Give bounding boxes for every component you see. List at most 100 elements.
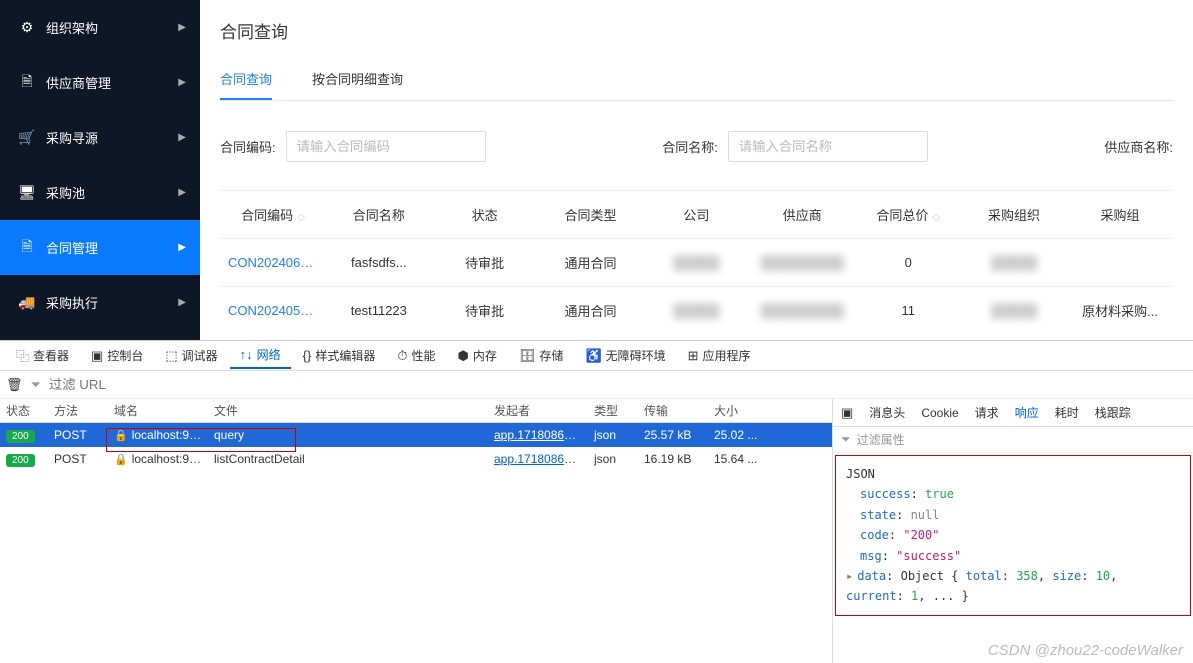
tab-query[interactable]: 合同查询 xyxy=(220,59,272,100)
cell-initiator[interactable]: app.1718086870... xyxy=(494,428,588,442)
sidebar: ⚙组织架构▶ 🗎供应商管理▶ 🛒采购寻源▶ 🖥采购池▶ 🗎合同管理▶ 🚚采购执行… xyxy=(0,0,200,340)
filter-bar: 合同编码: 合同名称: 供应商名称: xyxy=(220,121,1173,172)
dt-tab-style[interactable]: {}样式编辑器 xyxy=(293,343,386,368)
cell-domain: 🔒localhost:9527 xyxy=(108,428,208,442)
cell-initiator[interactable]: app.1718086870... xyxy=(494,452,588,466)
tabs: 合同查询 按合同明细查询 xyxy=(220,59,1173,101)
cell-group: 原材料采购... xyxy=(1067,287,1173,335)
rtab-stack[interactable]: 栈跟踪 xyxy=(1095,404,1131,421)
cell-type: 通用合同 xyxy=(538,239,644,287)
inspector-icon: ⿻ xyxy=(16,346,29,365)
debugger-icon: ⬚ xyxy=(165,348,177,364)
dt-tab-a11y[interactable]: ♿无障碍环境 xyxy=(575,343,675,368)
net-th-size: 大小 xyxy=(708,402,768,419)
th-total[interactable]: 合同总价◇ xyxy=(855,191,961,239)
memory-icon: ⬢ xyxy=(458,348,469,364)
net-th-status: 状态 xyxy=(0,402,48,419)
filter-icon: ⏷ xyxy=(841,432,851,447)
cell-supplier: █████████ xyxy=(749,239,855,287)
sidebar-item-sourcing[interactable]: 🛒 采购寻源 ▶ xyxy=(0,110,200,165)
filter-code-input[interactable] xyxy=(286,131,486,162)
status-badge: 200 xyxy=(6,430,35,443)
cart-icon: 🛒 xyxy=(18,129,36,147)
main-content: 合同查询 合同查询 按合同明细查询 合同编码: 合同名称: 供应商名称: 合同编… xyxy=(200,0,1193,340)
chevron-right-icon: ▶ xyxy=(178,297,186,308)
toggle-icon[interactable]: ▣ xyxy=(841,405,853,421)
devtools-filterbar: 🗑 ⏷ xyxy=(0,371,1193,399)
cell-name: test11223 xyxy=(326,287,432,335)
chevron-right-icon: ▶ xyxy=(178,77,186,88)
th-type: 合同类型 xyxy=(538,191,644,239)
th-org: 采购组织 xyxy=(961,191,1067,239)
response-panel: ▣ 消息头 Cookie 请求 响应 耗时 栈跟踪 ⏷ 过滤属性 JSON su… xyxy=(833,399,1193,663)
sidebar-item-label: 采购寻源 xyxy=(46,128,98,147)
sidebar-item-contract[interactable]: 🗎合同管理▶ xyxy=(0,220,200,275)
json-response[interactable]: JSON success: true state: null code: "20… xyxy=(835,455,1191,616)
contract-icon: 🗎 xyxy=(18,239,36,257)
cell-org: █████ xyxy=(961,287,1067,335)
cell-type: json xyxy=(588,428,638,442)
filter-name-input[interactable] xyxy=(728,131,928,162)
rtab-cookie[interactable]: Cookie xyxy=(921,406,958,420)
sidebar-item-label: 组织架构 xyxy=(46,18,98,37)
net-th-initiator: 发起者 xyxy=(488,402,588,419)
cell-group xyxy=(1067,239,1173,287)
rtab-headers[interactable]: 消息头 xyxy=(869,404,905,421)
dt-tab-network[interactable]: ↑↓网络 xyxy=(230,342,291,369)
tab-detail[interactable]: 按合同明细查询 xyxy=(312,59,403,100)
rtab-request[interactable]: 请求 xyxy=(975,404,999,421)
dt-tab-storage[interactable]: 🗄存储 xyxy=(509,343,574,368)
sort-icon: ◇ xyxy=(297,212,305,223)
table-row[interactable]: CON20240600001 fasfsdfs... 待审批 通用合同 ████… xyxy=(220,239,1173,287)
sidebar-item-org[interactable]: ⚙组织架构▶ xyxy=(0,0,200,55)
th-group: 采购组 xyxy=(1067,191,1173,239)
lock-icon: 🔒 xyxy=(114,454,128,466)
chevron-right-icon: ▶ xyxy=(178,22,186,33)
lock-icon: 🔒 xyxy=(114,430,128,442)
net-th-file: 文件 xyxy=(208,402,488,419)
property-filter[interactable]: 过滤属性 xyxy=(857,431,905,448)
cell-code[interactable]: CON20240500003 xyxy=(220,287,326,335)
dt-tab-console[interactable]: ▣控制台 xyxy=(81,343,153,368)
contract-table: 合同编码◇ 合同名称 状态 合同类型 公司 供应商 合同总价◇ 采购组织 采购组… xyxy=(220,190,1173,334)
dt-tab-inspector[interactable]: ⿻查看器 xyxy=(6,342,79,369)
chevron-right-icon: ▶ xyxy=(178,132,186,143)
sidebar-item-label: 供应商管理 xyxy=(46,73,111,92)
filter-name-label: 合同名称: xyxy=(662,137,718,156)
storage-icon: 🗄 xyxy=(519,348,536,364)
cell-status: 待审批 xyxy=(432,239,538,287)
sidebar-item-supplier[interactable]: 🗎供应商管理▶ xyxy=(0,55,200,110)
url-filter-input[interactable] xyxy=(49,377,1187,392)
table-row[interactable]: CON20240500003 test11223 待审批 通用合同 █████ … xyxy=(220,287,1173,335)
expand-icon[interactable]: ▸ xyxy=(846,569,853,583)
cell-code[interactable]: CON20240600001 xyxy=(220,239,326,287)
cell-supplier: █████████ xyxy=(749,287,855,335)
devtools-panel: ⿻查看器 ▣控制台 ⬚调试器 ↑↓网络 {}样式编辑器 ⏱性能 ⬢内存 🗄存储 … xyxy=(0,340,1193,663)
cell-method: POST xyxy=(48,452,108,466)
devtools-toolbar: ⿻查看器 ▣控制台 ⬚调试器 ↑↓网络 {}样式编辑器 ⏱性能 ⬢内存 🗄存储 … xyxy=(0,341,1193,371)
th-code[interactable]: 合同编码◇ xyxy=(220,191,326,239)
filter-icon[interactable]: ⏷ xyxy=(31,377,41,393)
sidebar-item-exec[interactable]: 🚚采购执行▶ xyxy=(0,275,200,330)
cell-transfer: 25.57 kB xyxy=(638,428,708,442)
rtab-timing[interactable]: 耗时 xyxy=(1055,404,1079,421)
sort-icon: ◇ xyxy=(932,212,940,223)
network-icon: ↑↓ xyxy=(240,347,253,362)
cell-company: █████ xyxy=(644,287,750,335)
dt-tab-perf[interactable]: ⏱性能 xyxy=(387,343,445,368)
dt-tab-app[interactable]: ⊞应用程序 xyxy=(678,343,761,368)
dt-tab-debugger[interactable]: ⬚调试器 xyxy=(155,343,227,368)
network-table: 状态 方法 域名 文件 发起者 类型 传输 大小 200 POST 🔒local… xyxy=(0,399,833,663)
dt-tab-memory[interactable]: ⬢内存 xyxy=(448,343,507,368)
rtab-response[interactable]: 响应 xyxy=(1015,404,1039,421)
chevron-right-icon: ▶ xyxy=(178,187,186,198)
sidebar-item-pool[interactable]: 🖥采购池▶ xyxy=(0,165,200,220)
a11y-icon: ♿ xyxy=(585,348,601,364)
cell-file: listContractDetail xyxy=(208,452,488,466)
trash-icon[interactable]: 🗑 xyxy=(6,377,23,393)
cell-size: 15.64 ... xyxy=(708,452,768,466)
network-row[interactable]: 200 POST 🔒localhost:9527 listContractDet… xyxy=(0,447,832,471)
cell-size: 25.02 ... xyxy=(708,428,768,442)
net-th-type: 类型 xyxy=(588,402,638,419)
network-row[interactable]: 200 POST 🔒localhost:9527 query app.17180… xyxy=(0,423,832,447)
